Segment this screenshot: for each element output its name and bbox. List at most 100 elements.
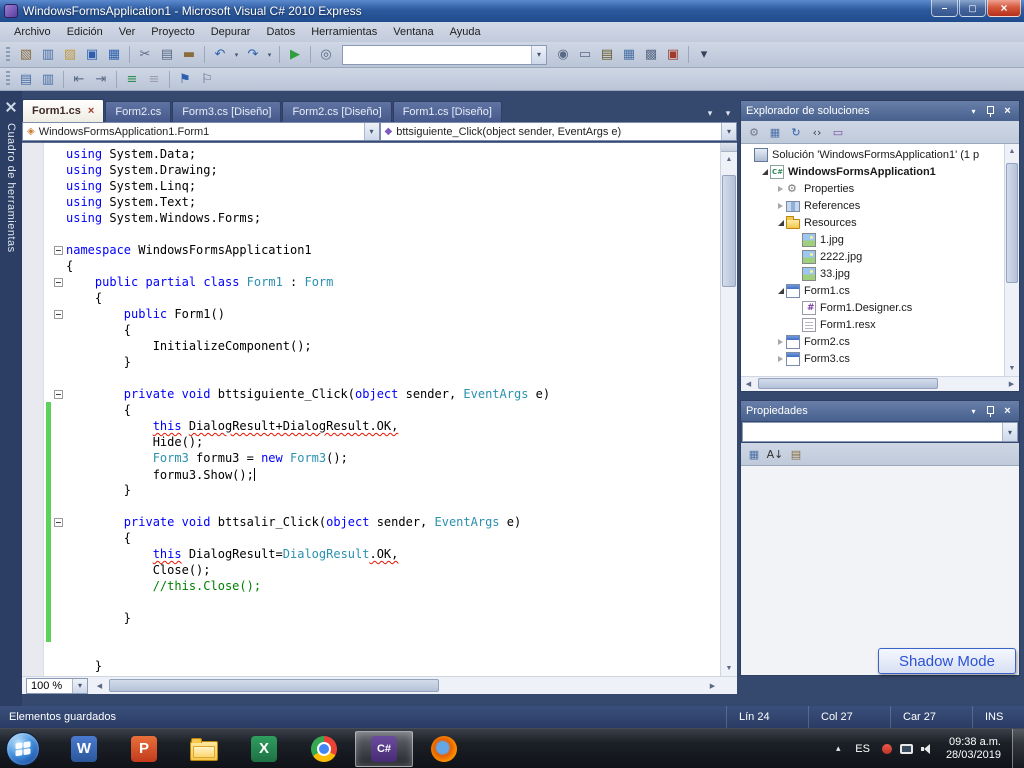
taskbar-word[interactable]: [55, 731, 113, 767]
window-position-icon[interactable]: [967, 105, 980, 118]
code-line[interactable]: [44, 642, 720, 658]
members-dropdown[interactable]: ◆ bttsiguiente_Click(object sender, Even…: [379, 122, 737, 141]
error-list-icon[interactable]: ▣: [663, 45, 683, 65]
toolbox-window-icon[interactable]: ▩: [641, 45, 661, 65]
code-line[interactable]: using System.Text;: [44, 194, 720, 210]
expanded-arrow-icon[interactable]: [777, 219, 784, 226]
tree-vertical-scrollbar[interactable]: [1004, 144, 1019, 376]
code-line[interactable]: {: [44, 258, 720, 274]
code-line[interactable]: namespace WindowsFormsApplication1: [44, 242, 720, 258]
dropdown-arrow-icon[interactable]: [363, 123, 379, 140]
tree-item-form1-resx[interactable]: Form1.resx: [741, 316, 1004, 333]
save-all-icon[interactable]: ▦: [104, 45, 124, 65]
close-button[interactable]: [987, 0, 1021, 17]
minimize-button[interactable]: [931, 0, 958, 17]
tree-item-form1-cs[interactable]: Form1.cs: [741, 282, 1004, 299]
add-new-item-icon[interactable]: ▥: [38, 45, 58, 65]
start-debugging-icon[interactable]: ▶: [285, 45, 305, 65]
scroll-thumb[interactable]: [722, 175, 736, 287]
code-line[interactable]: Hide();: [44, 434, 720, 450]
expanded-arrow-icon[interactable]: [761, 168, 768, 175]
open-file-icon[interactable]: ▨: [60, 45, 80, 65]
properties-icon[interactable]: ⚙: [745, 123, 763, 141]
dropdown-arrow-icon[interactable]: [72, 678, 87, 693]
collapse-region-icon[interactable]: [54, 517, 63, 527]
tree-arrow-slot[interactable]: [775, 355, 786, 362]
tree-arrow-slot[interactable]: [775, 338, 786, 345]
taskbar-powerpoint[interactable]: [115, 731, 173, 767]
scroll-thumb[interactable]: [758, 378, 938, 389]
types-dropdown[interactable]: ◈ WindowsFormsApplication1.Form1: [22, 122, 380, 141]
code-line[interactable]: formu3.Show();: [44, 466, 720, 482]
scroll-track[interactable]: [721, 167, 737, 661]
volume-tray-icon[interactable]: [919, 741, 935, 757]
maximize-button[interactable]: [959, 0, 986, 17]
menu-herramientas[interactable]: Herramientas: [303, 23, 385, 41]
uncomment-icon[interactable]: ≡: [144, 69, 164, 89]
view-designer-icon[interactable]: ▭: [829, 123, 847, 141]
find-symbol-icon[interactable]: ◎: [316, 45, 336, 65]
tree-arrow-slot[interactable]: [775, 287, 786, 294]
menu-ventana[interactable]: Ventana: [385, 23, 441, 41]
tree-arrow-slot[interactable]: [775, 219, 786, 226]
find-in-files-icon[interactable]: ◉: [553, 45, 573, 65]
scroll-thumb[interactable]: [109, 679, 439, 692]
copy-icon[interactable]: ▤: [157, 45, 177, 65]
object-selector-combobox[interactable]: [742, 422, 1018, 442]
tree-item-properties[interactable]: Properties: [741, 180, 1004, 197]
outline-margin[interactable]: [51, 245, 66, 255]
view-code-icon[interactable]: ‹›: [808, 123, 826, 141]
menu-proyecto[interactable]: Proyecto: [143, 23, 202, 41]
menu-depurar[interactable]: Depurar: [203, 23, 259, 41]
quick-search-combobox[interactable]: [342, 44, 547, 65]
tab-form1-cs-diseño[interactable]: Form1.cs [Diseño]: [392, 101, 502, 122]
tab-form1-cs[interactable]: Form1.cs: [22, 99, 105, 122]
taskbar-firefox[interactable]: [415, 731, 473, 767]
comment-icon[interactable]: ≡: [122, 69, 142, 89]
taskbar-explorer[interactable]: [175, 731, 233, 767]
code-line[interactable]: using System.Windows.Forms;: [44, 210, 720, 226]
solution-explorer-icon[interactable]: ▤: [597, 45, 617, 65]
code-line[interactable]: //this.Close();: [44, 578, 720, 594]
scroll-left-icon[interactable]: [741, 377, 756, 391]
clear-bookmarks-icon[interactable]: ⚐: [197, 69, 217, 89]
shadow-mode-button[interactable]: Shadow Mode: [878, 648, 1016, 674]
scroll-track[interactable]: [1005, 159, 1019, 361]
code-line[interactable]: using System.Linq;: [44, 178, 720, 194]
code-line[interactable]: this DialogResult+DialogResult.OK,: [44, 418, 720, 434]
properties-grid[interactable]: [741, 466, 1019, 675]
outline-margin[interactable]: [51, 309, 66, 319]
tree-item-form1-designer-cs[interactable]: Form1.Designer.cs: [741, 299, 1004, 316]
taskbar-excel[interactable]: [235, 731, 293, 767]
code-line[interactable]: {: [44, 402, 720, 418]
expanded-arrow-icon[interactable]: [777, 287, 784, 294]
code-line[interactable]: {: [44, 530, 720, 546]
menu-ver[interactable]: Ver: [111, 23, 144, 41]
properties-window-icon[interactable]: ▦: [619, 45, 639, 65]
outline-margin[interactable]: [51, 517, 66, 527]
tree-item-33-jpg[interactable]: 33.jpg: [741, 265, 1004, 282]
member-list-icon[interactable]: ▤: [16, 69, 36, 89]
code-line[interactable]: InitializeComponent();: [44, 338, 720, 354]
tree-item-form3-cs[interactable]: Form3.cs: [741, 350, 1004, 367]
collapse-region-icon[interactable]: [54, 389, 63, 399]
code-line[interactable]: public Form1(): [44, 306, 720, 322]
split-window-handle[interactable]: [721, 143, 737, 152]
auto-hide-pin-icon[interactable]: [984, 405, 997, 418]
tree-item-1-jpg[interactable]: 1.jpg: [741, 231, 1004, 248]
code-line[interactable]: {: [44, 290, 720, 306]
collapse-region-icon[interactable]: [54, 245, 63, 255]
code-line[interactable]: }: [44, 610, 720, 626]
property-pages-icon[interactable]: ▤: [787, 445, 805, 463]
zoom-combobox[interactable]: 100 %: [26, 677, 88, 694]
paste-icon[interactable]: ▬: [179, 45, 199, 65]
parameter-info-icon[interactable]: ▥: [38, 69, 58, 89]
code-line[interactable]: [44, 498, 720, 514]
toggle-bookmark-icon[interactable]: ⚑: [175, 69, 195, 89]
menu-archivo[interactable]: Archivo: [6, 23, 59, 41]
close-panel-icon[interactable]: [1001, 405, 1014, 418]
tree-item-resources[interactable]: Resources: [741, 214, 1004, 231]
scroll-down-icon[interactable]: [1005, 361, 1019, 376]
scroll-track[interactable]: [756, 377, 1004, 391]
scroll-up-icon[interactable]: [721, 152, 737, 167]
